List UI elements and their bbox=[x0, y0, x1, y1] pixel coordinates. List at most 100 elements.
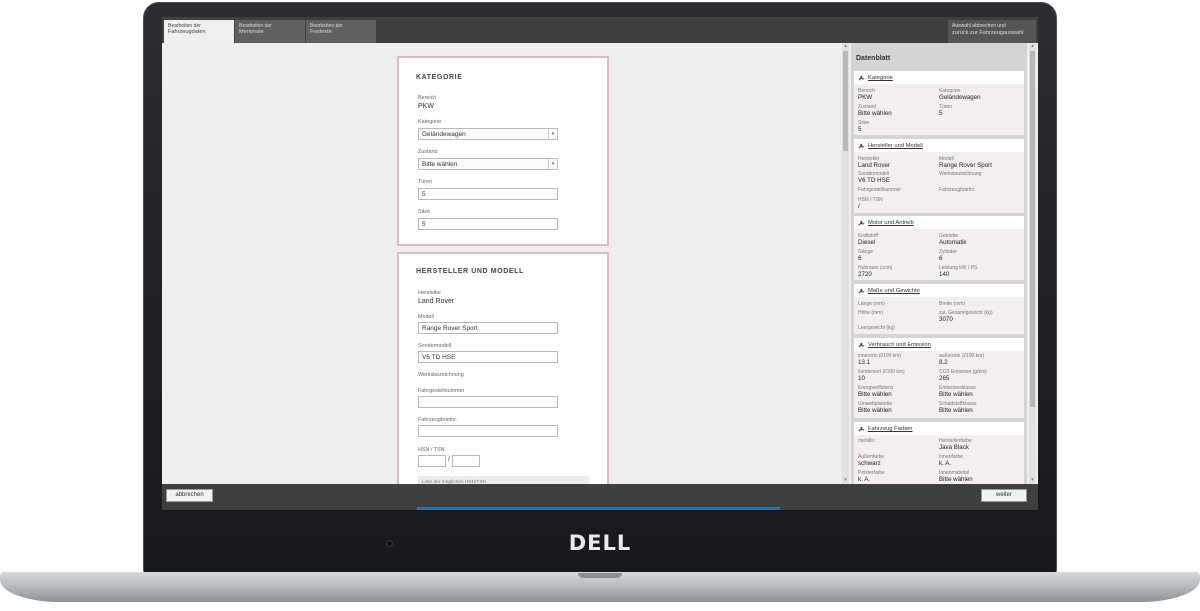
datasheet-cell: Leistung kW / PS 140 bbox=[939, 265, 977, 278]
datasheet-cell: Höhe (mm) bbox=[858, 310, 883, 316]
cell-value: 265 bbox=[939, 375, 950, 382]
sitze-label: Sitze bbox=[418, 209, 430, 215]
scroll-up-icon[interactable]: ▴ bbox=[842, 43, 849, 50]
tab-bar: Bearbeiten der Fahrzeugdaten Bearbeiten … bbox=[162, 17, 1038, 43]
zustand-select[interactable]: Bitte wählen ▾ bbox=[418, 158, 558, 170]
datasheet-cell: Kategorie Geländewagen bbox=[939, 88, 981, 101]
datasheet-cell: Bereich PKW bbox=[858, 88, 875, 101]
weiter-button[interactable]: weiter bbox=[981, 489, 1027, 502]
section-title: Kategorie bbox=[868, 75, 893, 81]
panel-scrollbar-thumb[interactable] bbox=[1030, 51, 1035, 407]
cell-value: 13.1 bbox=[858, 359, 871, 366]
cell-label: metallic bbox=[858, 438, 875, 444]
fahrzeugbrief-input[interactable] bbox=[418, 425, 558, 437]
main-content: KATEGORIE Bereich PKW Kategorie Geländew… bbox=[162, 43, 1038, 492]
scroll-up-icon[interactable]: ▴ bbox=[1029, 43, 1036, 50]
fahrgestellnummer-input[interactable] bbox=[418, 396, 558, 408]
cell-value: Geländewagen bbox=[939, 94, 981, 101]
cell-value: Java Black bbox=[939, 444, 969, 451]
datasheet-cell: Türen 5 bbox=[939, 104, 952, 117]
abbrechen-button[interactable]: abbrechen bbox=[166, 489, 213, 502]
cell-value: 5 bbox=[939, 110, 943, 117]
section-hersteller-link[interactable]: Hersteller und Modell bbox=[854, 140, 1024, 152]
cell-value: schwarz bbox=[858, 460, 881, 467]
section-motor-link[interactable]: Motor und Antrieb bbox=[854, 217, 1024, 229]
hersteller-heading: HERSTELLER UND MODELL bbox=[416, 268, 524, 275]
datasheet-cell: metallic bbox=[858, 438, 875, 444]
fahrgestellnummer-label: Fahrgestellnummer bbox=[418, 388, 465, 394]
cell-value: 6 bbox=[858, 255, 862, 262]
wrench-icon bbox=[858, 143, 865, 149]
form-scrollbar[interactable]: ▴ ▾ bbox=[842, 43, 849, 484]
datasheet-cell: Zustand Bitte wählen bbox=[858, 104, 892, 117]
cell-value: Bitte wählen bbox=[858, 407, 892, 414]
cell-value: Bitte wählen bbox=[939, 407, 973, 414]
wrench-icon bbox=[858, 220, 865, 226]
datasheet-cell: Zylinder 6 bbox=[939, 249, 957, 262]
zustand-select-value: Bitte wählen bbox=[422, 161, 458, 168]
sondermodell-label: Sondermodell bbox=[418, 343, 452, 349]
datenblatt-panel: Datenblatt Kategorie Bereich PKW Kategori… bbox=[851, 43, 1027, 484]
sondermodell-input[interactable]: V6 TD HSE bbox=[418, 351, 558, 363]
chevron-down-icon: ▾ bbox=[548, 159, 557, 169]
cell-value: Bitte wählen bbox=[858, 391, 892, 398]
laptop-notch bbox=[578, 573, 622, 578]
cell-label: HSN / TSN bbox=[858, 197, 883, 203]
cell-value: 10 bbox=[858, 375, 865, 382]
panel-scrollbar[interactable]: ▴ ▾ bbox=[1029, 43, 1036, 484]
cell-value: k. A. bbox=[939, 460, 952, 467]
datasheet-cell: Emissionsklasse Bitte wählen bbox=[939, 385, 976, 398]
tab-merkmale[interactable]: Bearbeiten der Merkmale bbox=[235, 20, 305, 43]
cell-value: V6 TD HSE bbox=[858, 177, 890, 184]
datasheet-cell: kombiniert (l/100 km) 10 bbox=[858, 369, 905, 382]
cancel-selection-button[interactable]: Auswahl abbrechen und zurück zur Fahrzeu… bbox=[948, 20, 1036, 43]
section-kategorie: Kategorie Bereich PKW Kategorie Geländewag… bbox=[854, 71, 1024, 135]
section-title: Motor und Antrieb bbox=[868, 220, 914, 226]
cell-value: k. A. bbox=[858, 476, 871, 483]
datasheet-cell: HSN / TSN / bbox=[858, 197, 883, 210]
kategorie-select[interactable]: Geländewagen ▾ bbox=[418, 128, 558, 140]
datasheet-cell: Innenfarbe k. A. bbox=[939, 454, 963, 467]
section-verbrauch: Verbrauch und Emission innerorts (l/100 … bbox=[854, 338, 1024, 418]
datenblatt-title: Datenblatt bbox=[856, 55, 891, 62]
cell-value: Range Rover Sport bbox=[939, 162, 992, 169]
section-farben-link[interactable]: Fahrzeug Farben bbox=[854, 423, 1024, 435]
form-scrollbar-thumb[interactable] bbox=[843, 51, 848, 151]
datasheet-cell: Schadstoffklasse Bitte wählen bbox=[939, 401, 977, 414]
section-masse-link[interactable]: Maße und Gewichte bbox=[854, 285, 1024, 297]
cell-value: PKW bbox=[858, 94, 873, 101]
datasheet-cell: Länge (mm) bbox=[858, 301, 885, 307]
tab-fahrzeugdaten[interactable]: Bearbeiten der Fahrzeugdaten bbox=[164, 20, 234, 43]
scroll-down-icon[interactable]: ▾ bbox=[1029, 477, 1036, 484]
datasheet-cell: Modell Range Rover Sport bbox=[939, 156, 992, 169]
section-verbrauch-link[interactable]: Verbrauch und Emission bbox=[854, 339, 1024, 351]
hsn-tsn-separator: / bbox=[448, 456, 450, 463]
chevron-down-icon: ▾ bbox=[548, 129, 557, 139]
hsn-input[interactable] bbox=[418, 455, 446, 467]
datasheet-cell: Außenfarbe schwarz bbox=[858, 454, 884, 467]
datasheet-cell: außerorts (l/100 km) 8.2 bbox=[939, 353, 984, 366]
tab-label-line2: Freitexte bbox=[310, 29, 332, 35]
bottom-bar: abbrechen weiter bbox=[162, 484, 1038, 510]
sitze-input[interactable]: 5 bbox=[418, 218, 558, 230]
datasheet-cell: Kraftstoff Diesel bbox=[858, 233, 878, 246]
bereich-value: PKW bbox=[418, 103, 434, 110]
scroll-down-icon[interactable]: ▾ bbox=[842, 477, 849, 484]
tsn-input[interactable] bbox=[452, 455, 480, 467]
cell-value: Bitte wählen bbox=[858, 110, 892, 117]
cell-value: 6 bbox=[939, 255, 943, 262]
tueren-label: Türen bbox=[418, 179, 433, 185]
cell-label: Breite (mm) bbox=[939, 301, 966, 307]
cell-value: Diesel bbox=[858, 239, 876, 246]
cancel-selection-line2: zurück zur Fahrzeugauswahl bbox=[952, 29, 1024, 36]
cell-label: Werksbezeichnung bbox=[939, 171, 982, 177]
tueren-input[interactable]: 5 bbox=[418, 188, 558, 200]
modell-input[interactable]: Range Rover Sport bbox=[418, 322, 558, 334]
datasheet-cell: innerorts (l/100 km) 13.1 bbox=[858, 353, 901, 366]
cell-label: Fahrzeugbriefnr. bbox=[939, 187, 976, 193]
tab-label-line2: Merkmale bbox=[239, 29, 264, 35]
datasheet-cell: Polsterfarbe k. A. bbox=[858, 470, 885, 483]
tab-freitexte[interactable]: Bearbeiten der Freitexte bbox=[306, 20, 376, 43]
section-kategorie-link[interactable]: Kategorie bbox=[854, 72, 1024, 84]
datasheet-cell: Fahrzeugbriefnr. bbox=[939, 187, 975, 193]
